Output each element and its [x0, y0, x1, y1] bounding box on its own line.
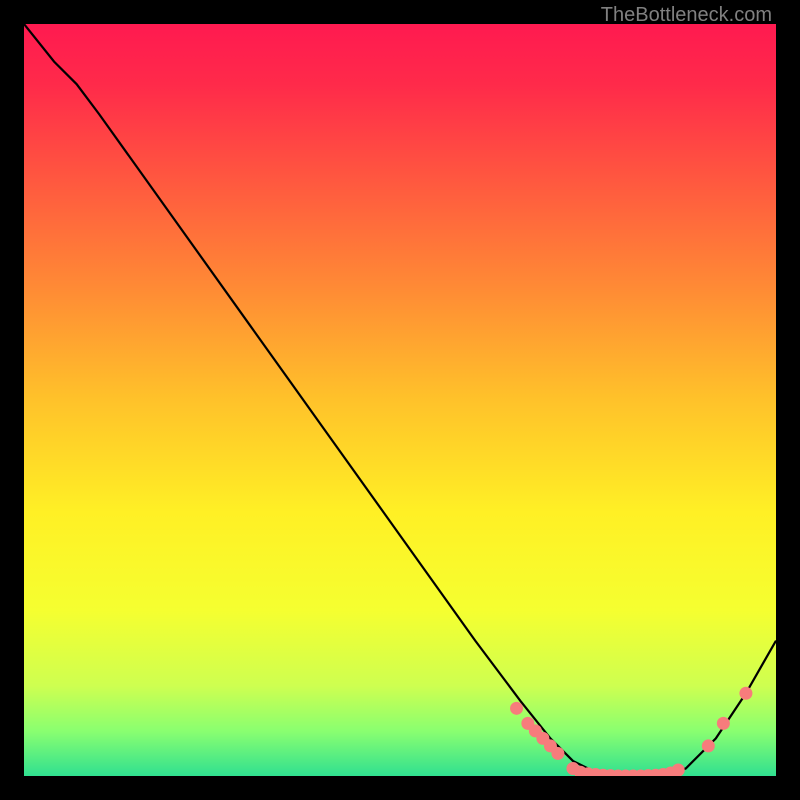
data-marker [702, 739, 715, 752]
data-marker [510, 702, 523, 715]
watermark-text: TheBottleneck.com [601, 4, 772, 27]
chart-container: TheBottleneck.com [0, 0, 800, 800]
data-marker [717, 717, 730, 730]
data-marker [739, 687, 752, 700]
data-marker [672, 763, 685, 776]
chart-svg [24, 24, 776, 776]
data-marker [551, 747, 564, 760]
plot-area [24, 24, 776, 776]
gradient-background [24, 24, 776, 776]
